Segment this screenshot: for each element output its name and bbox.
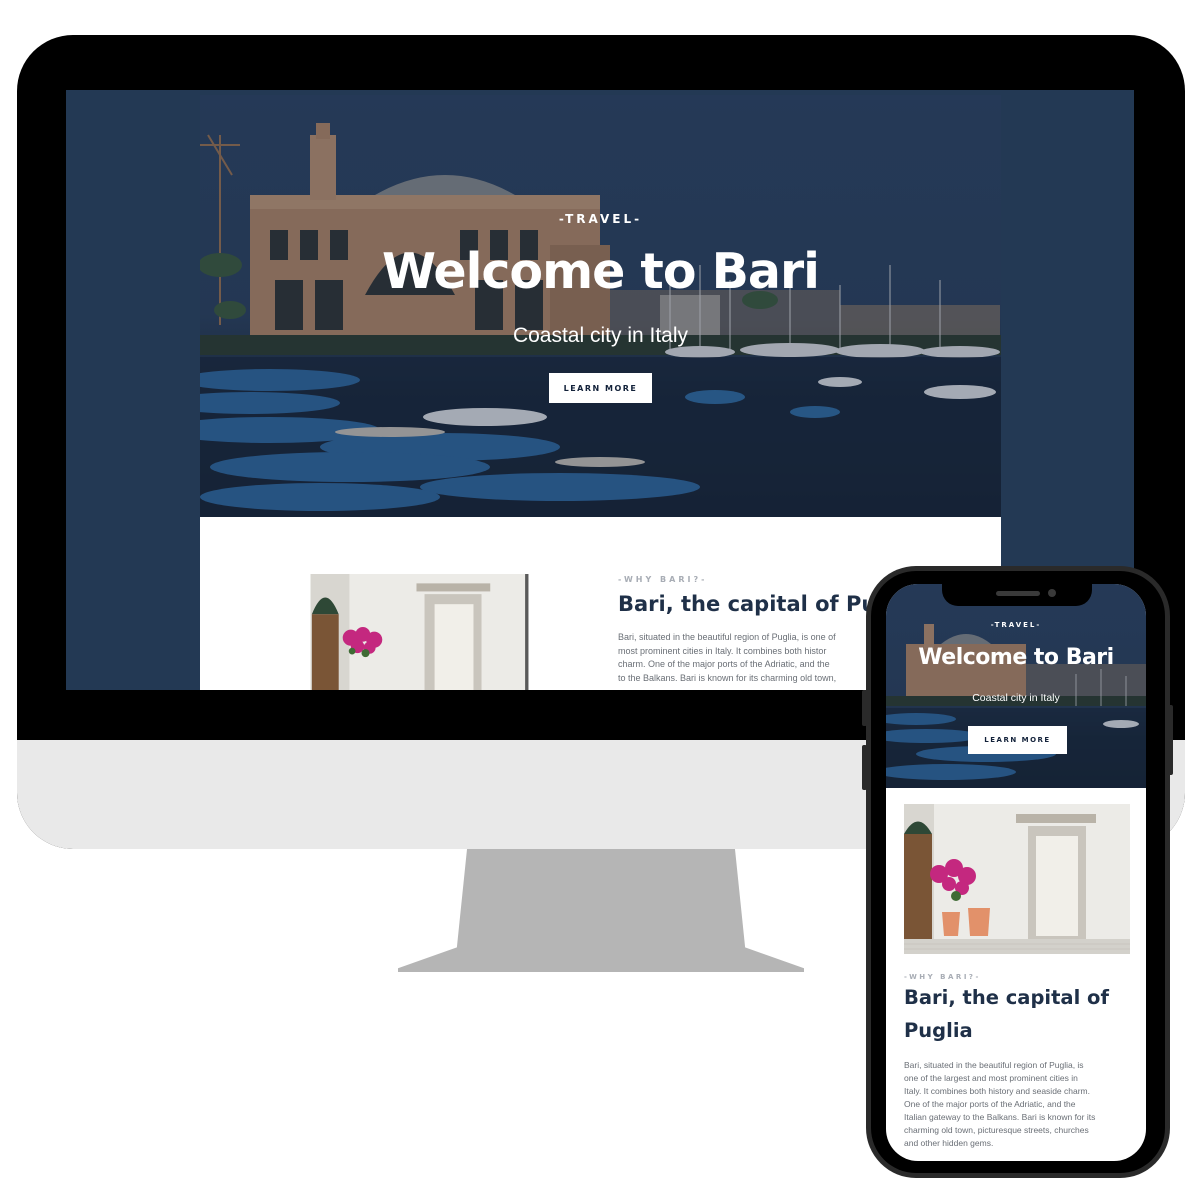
about-line: to the Balkans. Bari is known for its ch…	[618, 672, 837, 683]
phone-hero-overlay	[886, 584, 1146, 788]
phone-device: -TRAVEL- Welcome to Bari Coastal city in…	[866, 566, 1170, 1178]
phone-hero-subtitle: Coastal city in Italy	[972, 692, 1060, 704]
phone-screen: -TRAVEL- Welcome to Bari Coastal city in…	[886, 584, 1146, 1161]
hero-title: Welcome to Bari	[382, 243, 820, 300]
phone-hero-eyebrow: -TRAVEL-	[990, 621, 1042, 629]
phone-about-line: and other hidden gems.	[904, 1138, 994, 1148]
about-title: Bari, the capital of Pu	[618, 592, 877, 616]
hero-eyebrow: -TRAVEL-	[558, 212, 643, 226]
learn-more-button[interactable]: LEARN MORE	[549, 373, 652, 403]
phone-about-line: Bari, situated in the beautiful region o…	[904, 1060, 1084, 1070]
phone-about-title-line: Bari, the capital of	[904, 986, 1109, 1009]
hero-overlay	[200, 95, 1001, 517]
phone-hero-section: -TRAVEL- Welcome to Bari Coastal city in…	[886, 584, 1146, 788]
hero-subtitle: Coastal city in Italy	[512, 324, 689, 347]
about-eyebrow: -WHY BARI?-	[618, 575, 708, 584]
phone-about-line: charming old town, picturesque streets, …	[904, 1125, 1089, 1135]
phone-speaker	[996, 591, 1040, 596]
phone-about-line: Italian gateway to the Balkans. Bari is …	[904, 1112, 1096, 1122]
about-line: most prominent cities in Italy. It combi…	[618, 645, 827, 656]
phone-about-paragraph: Bari, situated in the beautiful region o…	[904, 1059, 1095, 1150]
phone-notch	[942, 584, 1092, 606]
monitor-stand	[398, 849, 804, 972]
street-door-photo-icon	[904, 804, 1130, 954]
phone-about-line: One of the major ports of the Adriatic, …	[904, 1099, 1076, 1109]
phone-about-title-line: Puglia	[904, 1019, 973, 1042]
phone-about-line: one of the largest and most prominent ci…	[904, 1073, 1078, 1083]
about-paragraph: Bari, situated in the beautiful region o…	[618, 631, 836, 685]
phone-camera-icon	[1048, 589, 1056, 597]
phone-about-eyebrow: -WHY BARI?-	[904, 973, 981, 981]
phone-about-line: Italy. It combines both history and seas…	[904, 1086, 1090, 1096]
phone-hero-title: Welcome to Bari	[918, 645, 1114, 670]
about-line: Bari, situated in the beautiful region o…	[618, 632, 836, 642]
about-line: charm. One of the major ports of the Adr…	[618, 659, 830, 669]
phone-learn-more-button[interactable]: LEARN MORE	[968, 726, 1067, 754]
street-door-photo-icon	[310, 574, 529, 690]
hero-section: -TRAVEL- Welcome to Bari Coastal city in…	[200, 95, 1001, 517]
